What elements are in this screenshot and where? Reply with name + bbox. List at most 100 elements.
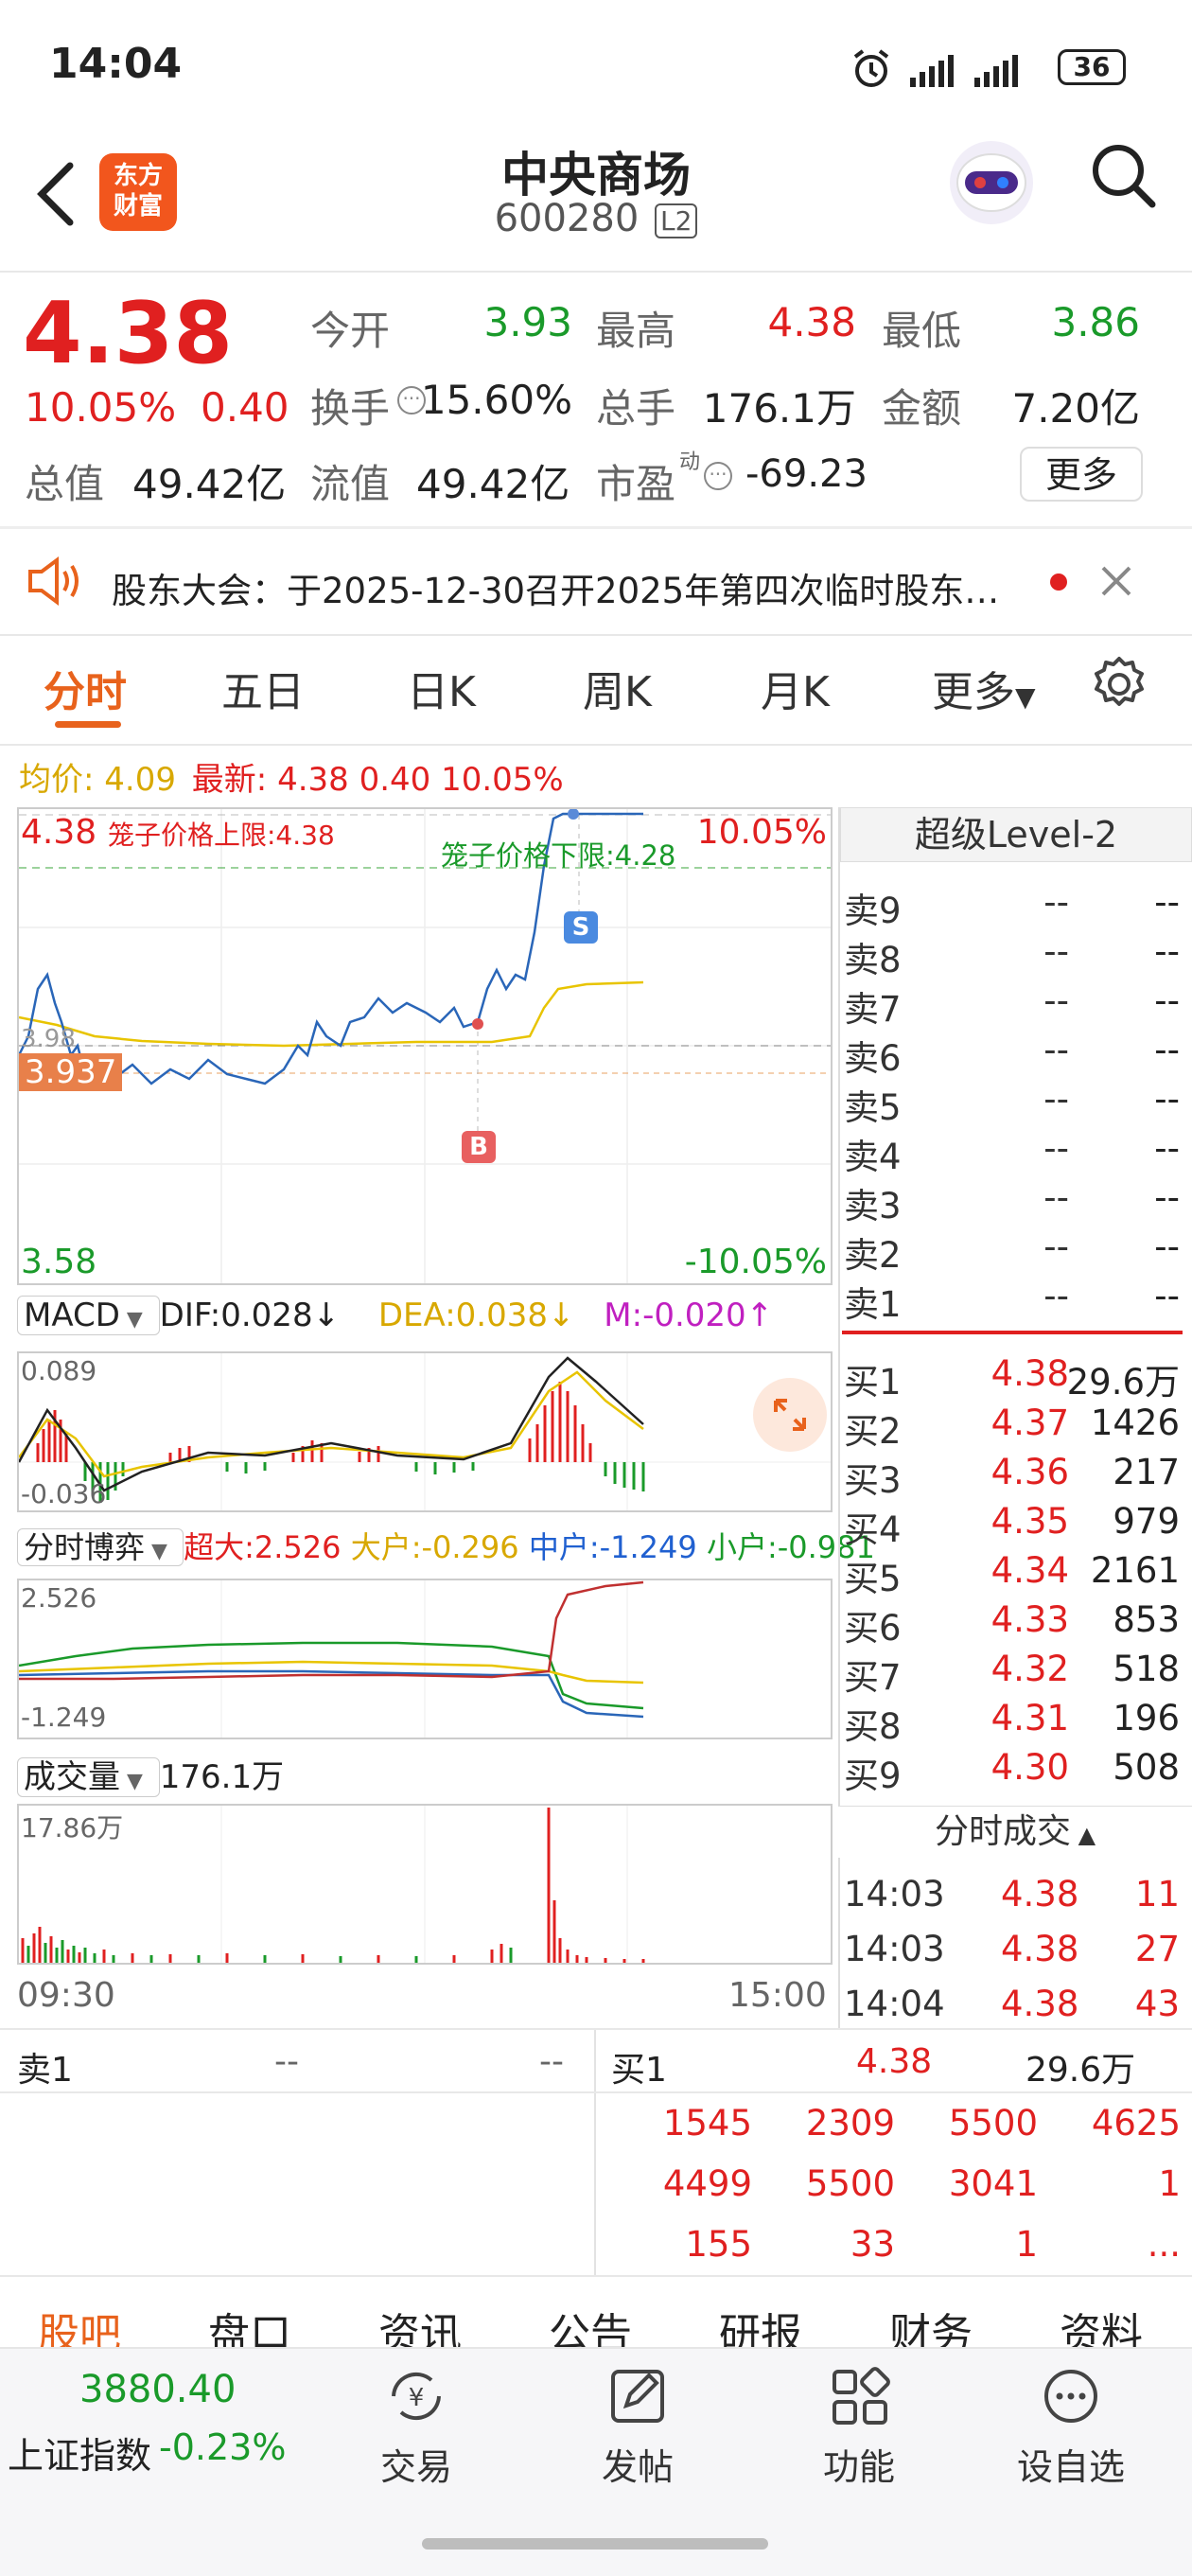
queue-cell: 3041 [948,2163,1038,2204]
ask-price: -- [1043,1177,1069,1218]
bid-label: 买6 [844,1608,902,1649]
battery-level: 36 [1073,51,1111,82]
robot-assistant-icon[interactable] [946,137,1037,232]
ask-row[interactable]: 卖7 -- -- [842,980,1187,1030]
nav-post[interactable]: 发帖 [552,2366,723,2490]
close-icon[interactable] [1097,562,1135,604]
ask-label: 卖4 [844,1137,902,1177]
bid-row[interactable]: 买6 4.33 853 [842,1599,1187,1649]
buy-marker[interactable]: B [462,1131,496,1163]
macd-chart[interactable]: 0.089 -0.036 [17,1351,833,1512]
ask-row[interactable]: 卖5 -- -- [842,1079,1187,1128]
tick-row[interactable]: 14:03 4.38 27 [842,1929,1187,1984]
bid-label: 买9 [844,1756,902,1796]
chart-bottom-price: 3.58 [21,1243,97,1281]
cursor-price-label: 3.937 [19,1053,123,1091]
volume-chart[interactable]: 17.86万 [17,1804,833,1965]
queue-divider [0,2275,1192,2277]
time-start: 09:30 [17,1976,115,2015]
header-divider [0,271,1192,273]
ask-price: -- [1043,1128,1069,1169]
tab-intraday[interactable]: 分时 [44,658,127,718]
tab-five-day[interactable]: 五日 [221,658,305,718]
tick-row[interactable]: 14:04 4.38 43 [842,1984,1187,2038]
nav-trade[interactable]: ¥ 交易 [331,2366,501,2490]
bid-row[interactable]: 买8 4.31 196 [842,1698,1187,1747]
tick-vol: 43 [1134,1984,1180,2024]
intraday-chart-svg [19,809,831,1283]
bid-row[interactable]: 买2 4.37 1426 [842,1403,1187,1452]
chevron-up-icon: ▲ [1070,1822,1096,1848]
bid-row[interactable]: 买5 4.34 2161 [842,1550,1187,1599]
bid-price: 4.37 [990,1403,1069,1443]
ask-row[interactable]: 卖6 -- -- [842,1030,1187,1079]
ask-label: 卖8 [844,940,902,980]
brand-logo: 东方 财富 [99,153,177,231]
queue-cell: 155 [685,2224,752,2265]
ask-row[interactable]: 卖8 -- -- [842,931,1187,980]
bid-row[interactable]: 买4 4.35 979 [842,1501,1187,1550]
tab-monthly-k[interactable]: 月K [761,658,830,718]
nav-watchlist[interactable]: 设自选 [986,2366,1156,2490]
stock-code: 600280 [494,197,640,240]
l2-badge: L2 [655,203,698,238]
ask-row[interactable]: 卖3 -- -- [842,1177,1187,1226]
tab-weekly-k[interactable]: 周K [583,658,652,718]
tab-daily-k[interactable]: 日K [407,658,476,718]
nav-post-label: 发帖 [601,2446,674,2488]
ask-row[interactable]: 卖9 -- -- [842,882,1187,931]
tick-row[interactable]: 14:03 4.38 11 [842,1874,1187,1929]
queue-buy-vol: 29.6万 [1025,2051,1136,2090]
expand-icon[interactable] [753,1378,827,1452]
ask-label: 卖6 [844,1038,902,1079]
ask-row[interactable]: 卖1 -- -- [842,1276,1187,1325]
gear-icon[interactable] [1090,655,1148,717]
chart-area-divider [0,2028,1192,2030]
index-name[interactable]: 上证指数 [8,2426,151,2479]
chevron-down-icon: ▼ [1015,681,1036,713]
high-label: 最高 [596,308,676,354]
sell-marker[interactable]: S [564,911,598,944]
level2-title[interactable]: 超级Level-2 [840,807,1192,862]
ticks-header[interactable]: 分时成交 ▲ [838,1806,1192,1858]
tick-time: 14:03 [844,1874,945,1914]
game-large: 大户:-0.296 [350,1529,519,1565]
vol-selector[interactable]: 成交量 ▼ [17,1757,160,1797]
amount-label: 金额 [882,385,962,432]
game-chart[interactable]: 2.526 -1.249 [17,1579,833,1739]
bid-label: 买2 [844,1411,902,1452]
open-label: 今开 [310,308,391,354]
pe-info-icon[interactable]: ··· [704,462,732,490]
nav-functions[interactable]: 功能 [774,2366,944,2490]
search-icon[interactable] [1088,140,1160,216]
battery-icon: 36 [1058,49,1126,85]
bid-label: 买3 [844,1460,902,1501]
ask-row[interactable]: 卖2 -- -- [842,1226,1187,1276]
float-label: 流值 [310,461,391,507]
bid-row[interactable]: 买9 4.30 508 [842,1747,1187,1796]
chart-legend: 均价: 4.09 最新: 4.38 0.40 10.05% [19,753,564,800]
bid-row[interactable]: 买3 4.36 217 [842,1452,1187,1501]
vol-selector-label: 成交量 [24,1758,120,1796]
ask-row[interactable]: 卖4 -- -- [842,1128,1187,1177]
index-value[interactable]: 3880.40 [79,2368,236,2411]
bid-row[interactable]: 买1 4.38 29.6万 [842,1353,1187,1403]
bid-row[interactable]: 买7 4.32 518 [842,1649,1187,1698]
queue-cell: ... [1147,2224,1181,2265]
grid-icon [833,2367,890,2425]
tab-more[interactable]: 更多▼ [932,658,1036,718]
back-button[interactable] [32,161,79,231]
bid-vol: 196 [1113,1698,1180,1738]
more-button[interactable]: 更多 [1020,447,1143,502]
home-indicator[interactable] [422,2538,768,2550]
status-time: 14:04 [49,40,183,88]
macd-selector[interactable]: MACD ▼ [17,1296,160,1335]
amount-value: 7.20亿 [1011,385,1140,432]
queue-sell-vol: -- [539,2042,564,2081]
ticks-title: 分时成交 [934,1812,1071,1851]
volume-label: 总手 [596,385,676,432]
game-selector[interactable]: 分时博弈 ▼ [17,1528,184,1566]
intraday-chart[interactable]: 4.38 笼子价格上限:4.38 10.05% 笼子价格下限:4.28 3.98… [17,807,833,1285]
ask-vol: -- [1154,1226,1180,1267]
notice-bar[interactable]: 股东大会：于2025-12-30召开2025年第四次临时股东… [0,530,1192,634]
